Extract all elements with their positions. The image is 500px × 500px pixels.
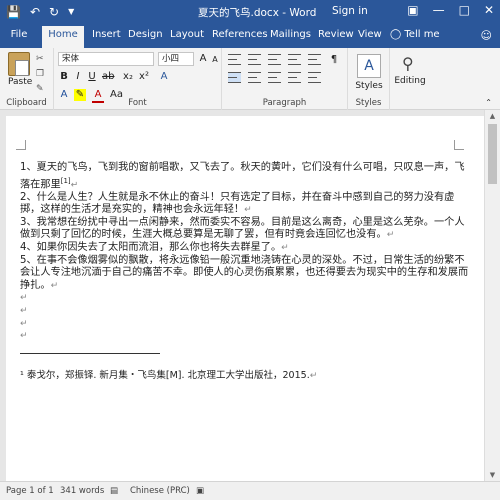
customize-qat-icon[interactable]: ▼ [68,4,74,20]
empty-paragraph: ↵ [20,293,28,304]
numbering-icon[interactable] [248,54,261,65]
share-icon[interactable]: ☺ [481,29,492,42]
increase-indent-icon[interactable] [308,54,321,65]
scroll-up-icon[interactable]: ▲ [485,112,500,120]
collapse-ribbon-icon[interactable]: ⌃ [485,98,492,107]
paragraph-group-label: Paragraph [262,98,307,108]
decrease-indent-icon[interactable] [288,54,301,65]
proofing-icon[interactable]: ▤ [110,486,118,496]
tab-view[interactable]: View [358,29,382,40]
ribbon-display-options-icon[interactable]: ▣ [407,3,418,17]
align-right-icon[interactable] [268,72,281,83]
styles-button-label[interactable]: Styles [348,81,390,91]
tab-design[interactable]: Design [128,29,163,40]
footnote-reference[interactable]: [1] [61,177,71,185]
justify-icon[interactable] [288,72,301,83]
paragraph-2: 2、什么是人生？人生就是永不休止的奋斗！只有选定了目标，并在奋斗中感到自己的努力… [20,191,455,216]
styles-gallery-icon[interactable]: A [357,54,381,78]
paragraph-group: ¶ Paragraph [222,48,348,110]
format-painter-icon[interactable]: ✎ [36,84,44,94]
shrink-font-icon[interactable]: A [209,54,221,66]
empty-paragraph: ↵ [20,305,28,316]
undo-icon[interactable]: ↶ [30,4,40,20]
margin-corner-top-right [454,140,464,150]
language-indicator[interactable]: Chinese (PRC) [130,486,190,496]
ribbon-tabs: File Home Insert Design Layout Reference… [0,24,500,48]
word-count[interactable]: 341 words [60,486,104,496]
tab-insert[interactable]: Insert [92,29,121,40]
font-name-select[interactable]: 宋体 [58,52,154,66]
styles-group: A Styles Styles [348,48,390,110]
document-page[interactable]: 1、夏天的飞鸟，飞到我的窗前唱歌，又飞去了。秋天的黄叶，它们没有什么可唱，只叹息… [6,116,484,481]
page-count[interactable]: Page 1 of 1 [6,486,54,496]
lightbulb-icon: ◯ [390,29,402,40]
save-icon[interactable]: 💾 [6,4,21,20]
cut-icon[interactable]: ✂ [36,54,44,64]
strikethrough-icon[interactable]: ab [102,71,114,83]
document-body[interactable]: 1、夏天的飞鸟，飞到我的窗前唱歌，又飞去了。秋天的黄叶，它们没有什么可唱，只叹息… [20,162,472,382]
show-formatting-marks-icon[interactable]: ¶ [328,54,340,66]
paragraph-4: 4、如果你因失去了太阳而流泪，那么你也将失去群星了。↵ [20,241,289,253]
italic-button[interactable]: I [72,71,84,83]
sign-in-link[interactable]: Sign in [332,5,368,17]
tab-layout[interactable]: Layout [170,29,204,40]
paste-icon[interactable] [8,52,30,76]
quick-access-toolbar: 💾 ↶ ↻ ▼ [6,4,74,20]
font-size-select[interactable]: 小四 [158,52,194,66]
align-left-icon[interactable] [228,72,241,83]
tab-review[interactable]: Review [318,29,354,40]
window-controls: ▣ — □ ✕ [407,3,494,17]
paragraph-5: 5、在事不会像烟雾似的飘散，将永远像铅一般沉重地浇铸在心灵的深处。不过，日常生活… [20,254,469,291]
maximize-icon[interactable]: □ [459,3,470,17]
multilevel-list-icon[interactable] [268,54,281,65]
grow-font-icon[interactable]: A [197,53,209,65]
scroll-down-icon[interactable]: ▼ [485,471,500,479]
status-bar: Page 1 of 1 341 words ▤ Chinese (PRC) ▣ [0,481,500,500]
copy-icon[interactable]: ❐ [36,69,44,79]
scrollbar-thumb[interactable] [488,124,497,184]
footnote-text: ¹ 泰戈尔，郑振铎. 新月集・飞鸟集[M]. 北京理工大学出版社，2015.↵ [20,369,318,381]
editing-group: ⚲ Editing [390,48,430,110]
clipboard-small-tools: ✂ ❐ ✎ [36,54,44,94]
bullets-icon[interactable] [228,54,241,65]
clipboard-group-label: Clipboard [6,98,47,108]
align-center-icon[interactable] [248,72,261,83]
tab-mailings[interactable]: Mailings [270,29,311,40]
editing-button-label[interactable]: Editing [390,76,430,86]
redo-icon[interactable]: ↻ [49,4,59,20]
macro-record-icon[interactable]: ▣ [196,486,204,496]
ribbon: Paste ✂ ❐ ✎ Clipboard 宋体 小四 A A B I U ab… [0,48,500,110]
tab-home[interactable]: Home [42,26,84,48]
bold-button[interactable]: B [58,71,70,83]
superscript-icon[interactable]: x² [138,71,150,83]
tab-file[interactable]: File [0,24,38,48]
font-group: 宋体 小四 A A B I U ab x₂ x² A A ✎ A Aa Font [54,48,222,110]
underline-button[interactable]: U [86,71,98,83]
clear-formatting-icon[interactable]: A [158,71,170,83]
paragraph-1: 1、夏天的飞鸟，飞到我的窗前唱歌，又飞去了。秋天的黄叶，它们没有什么可唱，只叹息… [20,162,465,190]
empty-paragraph: ↵ [20,318,28,329]
footnote-separator [20,352,160,354]
title-bar: 💾 ↶ ↻ ▼ 夏天的飞鸟.docx - Word Sign in ▣ — □ … [0,0,500,24]
minimize-icon[interactable]: — [433,3,445,17]
paragraph-3: 3、我常想在纷扰中寻出一点闲静来，然而委实不容易。目前是这么离奇，心里是这么芜杂… [20,216,465,241]
tab-references[interactable]: References [212,29,268,40]
document-area: 1、夏天的飞鸟，飞到我的窗前唱歌，又飞去了。秋天的黄叶，它们没有什么可唱，只叹息… [0,110,500,481]
clipboard-group: Paste ✂ ❐ ✎ Clipboard [0,48,54,110]
tell-me-search[interactable]: ◯ Tell me [390,29,440,40]
close-icon[interactable]: ✕ [484,3,494,17]
font-group-label: Font [128,98,147,108]
styles-group-label: Styles [355,98,382,108]
vertical-scrollbar[interactable]: ▲ ▼ [484,110,500,481]
paste-button-label[interactable]: Paste [8,77,32,87]
margin-corner-top-left [16,140,26,150]
window-title: 夏天的飞鸟.docx - Word [198,7,317,19]
empty-paragraph: ↵ [20,331,28,342]
find-icon[interactable]: ⚲ [402,54,414,73]
line-spacing-icon[interactable] [308,72,321,83]
subscript-icon[interactable]: x₂ [122,71,134,83]
